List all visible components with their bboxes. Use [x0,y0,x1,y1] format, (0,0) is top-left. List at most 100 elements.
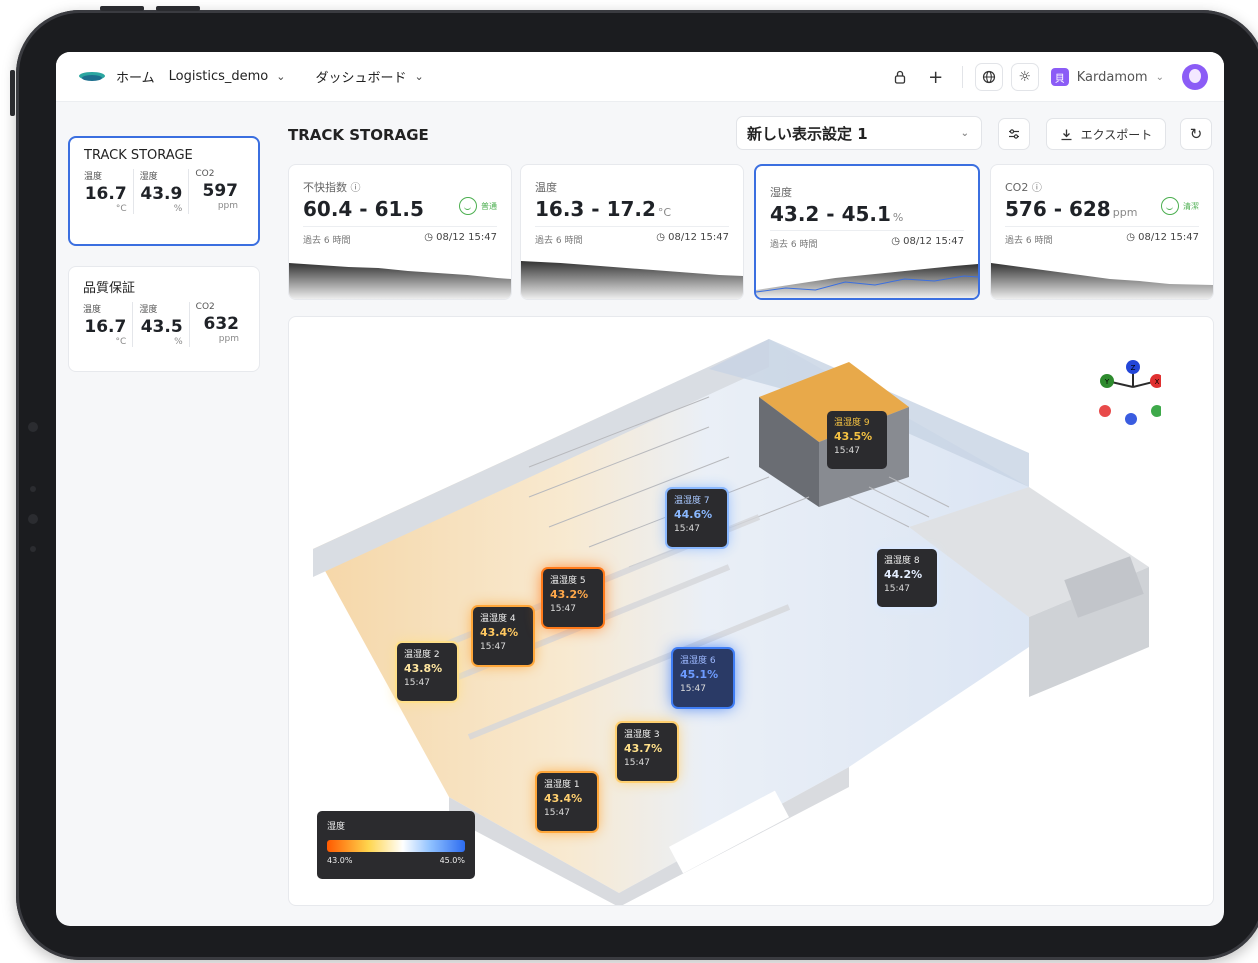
nav-home[interactable]: ホーム [116,67,155,86]
sensor-label-2[interactable]: 温湿度 2 43.8% 15:47 [397,643,457,701]
metric-time-text: 08/12 15:47 [903,236,964,247]
co2-value: 632 [203,314,239,334]
metric-label: CO2 ⓘ [1005,179,1042,194]
temp-label: 温度 [84,172,103,182]
metric-unit: % [892,211,904,224]
info-icon[interactable]: ⓘ [351,183,361,194]
legend-max: 45.0% [439,856,465,865]
sensor-time: 15:47 [834,446,860,456]
lock-button[interactable] [886,63,914,91]
metric-period: 過去 6 時間 [1005,236,1053,246]
sparkline-chart [756,264,978,298]
metric-value: 60.4 - 61.5 [303,197,424,221]
temp-unit: °C [115,337,127,347]
sensor-label-8[interactable]: 温湿度 8 44.2% 15:47 [877,549,937,607]
sensor-label-6[interactable]: 温湿度 6 45.1% 15:47 [673,649,733,707]
sensor-label-3[interactable]: 温湿度 3 43.7% 15:47 [617,723,677,781]
sensor-time: 15:47 [624,758,650,768]
metric-card-temperature[interactable]: 温度 16.3 - 17.2 °C 過去 6 時間 ◷ 08/12 15:47 [520,164,744,300]
co2-column: CO2 597 ppm [188,169,244,214]
3d-floor-viewer[interactable]: Y Z X 温湿度 1 43.4% 15:47 温湿度 2 43.8% 15:4… [288,316,1214,906]
sensor-value: 43.4% [544,792,583,805]
refresh-button[interactable]: ↻ [1180,118,1212,150]
status-badge: 清潔 [1161,197,1199,215]
sensor-label-9[interactable]: 温湿度 9 43.5% 15:47 [827,411,887,469]
info-icon[interactable]: ⓘ [1032,183,1042,194]
user-badge: 貝 [1050,68,1069,86]
location-title: 品質保証 [83,281,136,296]
location-values: 温度 16.7 °C 湿度 43.5 % CO2 632 ppm [83,302,245,347]
axis-gizmo[interactable]: Y Z X [1091,357,1161,427]
metric-card-co2[interactable]: CO2 ⓘ 576 - 628 ppm 清潔 過去 6 時間 ◷ 08/12 15… [990,164,1214,300]
co2-label: CO2 [195,302,215,312]
history-icon: ◷ [424,232,433,243]
co2-value: 597 [202,181,239,201]
metric-time: ◷ 08/12 15:47 [891,236,964,247]
metric-card-humidity[interactable]: 湿度 43.2 - 45.1% 過去 6 時間 ◷ 08/12 15:47 [754,164,980,300]
export-label: エクスポート [1080,127,1153,142]
temp-label: 温度 [83,305,102,315]
history-icon: ◷ [656,232,665,243]
co2-label: CO2 [195,169,215,179]
history-icon: ◷ [1126,232,1135,243]
tablet-sensor [30,546,36,552]
sensor-label-1[interactable]: 温湿度 1 43.4% 15:47 [537,773,597,831]
hum-unit: % [174,337,183,347]
legend-title: 湿度 [327,822,346,832]
sparkline-chart [521,261,743,299]
nav-project-select[interactable]: Logistics_demo ⌄ [169,69,286,84]
sensor-value: 43.7% [624,742,663,755]
history-icon: ◷ [891,236,900,247]
sensor-time: 15:47 [674,524,700,534]
nav-divider [961,66,963,88]
metric-value: 576 - 628 ppm [1005,197,1137,221]
metric-value: 43.2 - 45.1% [770,202,903,226]
metric-period: 過去 6 時間 [303,236,351,246]
metric-divider [303,226,497,227]
theme-button[interactable]: ☼ [1010,63,1039,91]
sensor-label-7[interactable]: 温湿度 7 44.6% 15:47 [667,489,727,547]
filter-button[interactable] [998,118,1030,150]
app-logo[interactable] [78,70,106,84]
sensor-label-5[interactable]: 温湿度 5 43.2% 15:47 [543,569,603,627]
sensor-time: 15:47 [544,808,570,818]
metric-divider [770,230,964,231]
sensor-time: 15:47 [550,604,576,614]
avatar[interactable] [1182,64,1208,90]
metric-time: ◷ 08/12 15:47 [1126,232,1199,243]
temp-unit: °C [115,204,127,214]
tablet-top-button [100,6,144,11]
co2-column: CO2 632 ppm [188,302,245,347]
add-button[interactable]: + [922,63,950,91]
svg-text:X: X [1155,378,1160,386]
language-button[interactable] [974,63,1003,91]
hum-unit: % [173,204,183,214]
nav-dashboard-label: ダッシュボード [315,71,407,86]
sensor-time: 15:47 [884,584,910,594]
smile-icon [459,197,477,215]
sparkline-chart [289,263,511,299]
view-setting-select[interactable]: 新しい表示設定 1 ⌄ [736,116,982,150]
metric-time: ◷ 08/12 15:47 [656,232,729,243]
location-card-track-storage[interactable]: TRACK STORAGE 温度 16.7 °C 湿度 43.9 % CO2 5… [68,136,260,246]
page-title: TRACK STORAGE [288,126,429,144]
metric-label-text: CO2 [1005,181,1029,194]
user-menu[interactable]: 貝 Kardamom ⌄ [1050,68,1164,86]
sparkline-chart [991,263,1213,299]
app-screen: ホーム Logistics_demo ⌄ ダッシュボード ⌄ + ☼ 貝 Kar… [56,52,1224,926]
sensor-time: 15:47 [680,684,706,694]
status-text: 普通 [481,201,497,211]
metric-divider [1005,226,1199,227]
sensor-value: 44.6% [674,508,713,521]
metric-card-discomfort[interactable]: 不快指数 ⓘ 60.4 - 61.5 普通 過去 6 時間 ◷ 08/12 15… [288,164,512,300]
export-button[interactable]: エクスポート [1046,118,1166,150]
location-card-quality[interactable]: 品質保証 温度 16.7 °C 湿度 43.5 % CO2 632 ppm [68,266,260,372]
hum-column: 湿度 43.9 % [132,169,189,214]
sensor-name: 温湿度 7 [674,496,710,506]
sensor-name: 温湿度 5 [550,576,586,586]
metric-label: 湿度 [770,186,792,199]
sensor-label-4[interactable]: 温湿度 4 43.4% 15:47 [473,607,533,665]
metric-label-text: 不快指数 [303,181,347,194]
nav-dashboard-select[interactable]: ダッシュボード ⌄ [315,67,423,86]
location-values: 温度 16.7 °C 湿度 43.9 % CO2 597 ppm [84,169,244,214]
